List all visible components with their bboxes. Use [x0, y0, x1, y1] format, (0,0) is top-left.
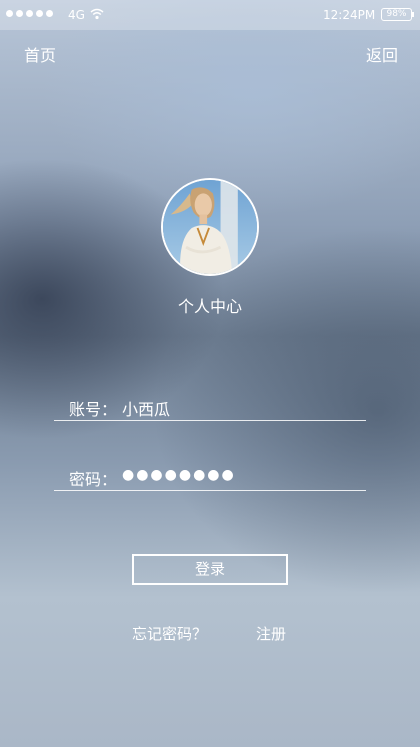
- clock: 12:24PM: [323, 8, 376, 22]
- register-link[interactable]: 注册: [256, 623, 286, 644]
- wifi-icon: [90, 8, 104, 20]
- avatar-image: [163, 180, 257, 274]
- account-label: 账号：: [69, 400, 118, 419]
- password-input[interactable]: ●●●●●●●●: [122, 467, 236, 483]
- status-bar: 4G 12:24PM 98%: [0, 0, 420, 30]
- account-field[interactable]: 账号： 小西瓜: [54, 396, 366, 421]
- back-link[interactable]: 返回: [366, 42, 398, 66]
- forgot-password-link[interactable]: 忘记密码？: [132, 623, 207, 644]
- home-link[interactable]: 首页: [24, 42, 56, 66]
- battery-icon: 98%: [381, 8, 414, 21]
- profile-title: 个人中心: [177, 297, 242, 316]
- network-type: 4G: [68, 8, 85, 22]
- account-input[interactable]: 小西瓜: [122, 396, 170, 420]
- signal-strength-icon: [6, 10, 53, 17]
- battery-level: 98%: [386, 9, 407, 19]
- password-field[interactable]: 密码： ●●●●●●●●: [54, 466, 366, 491]
- login-button[interactable]: 登录: [132, 554, 288, 585]
- avatar[interactable]: [161, 178, 259, 276]
- password-label: 密码：: [69, 470, 118, 489]
